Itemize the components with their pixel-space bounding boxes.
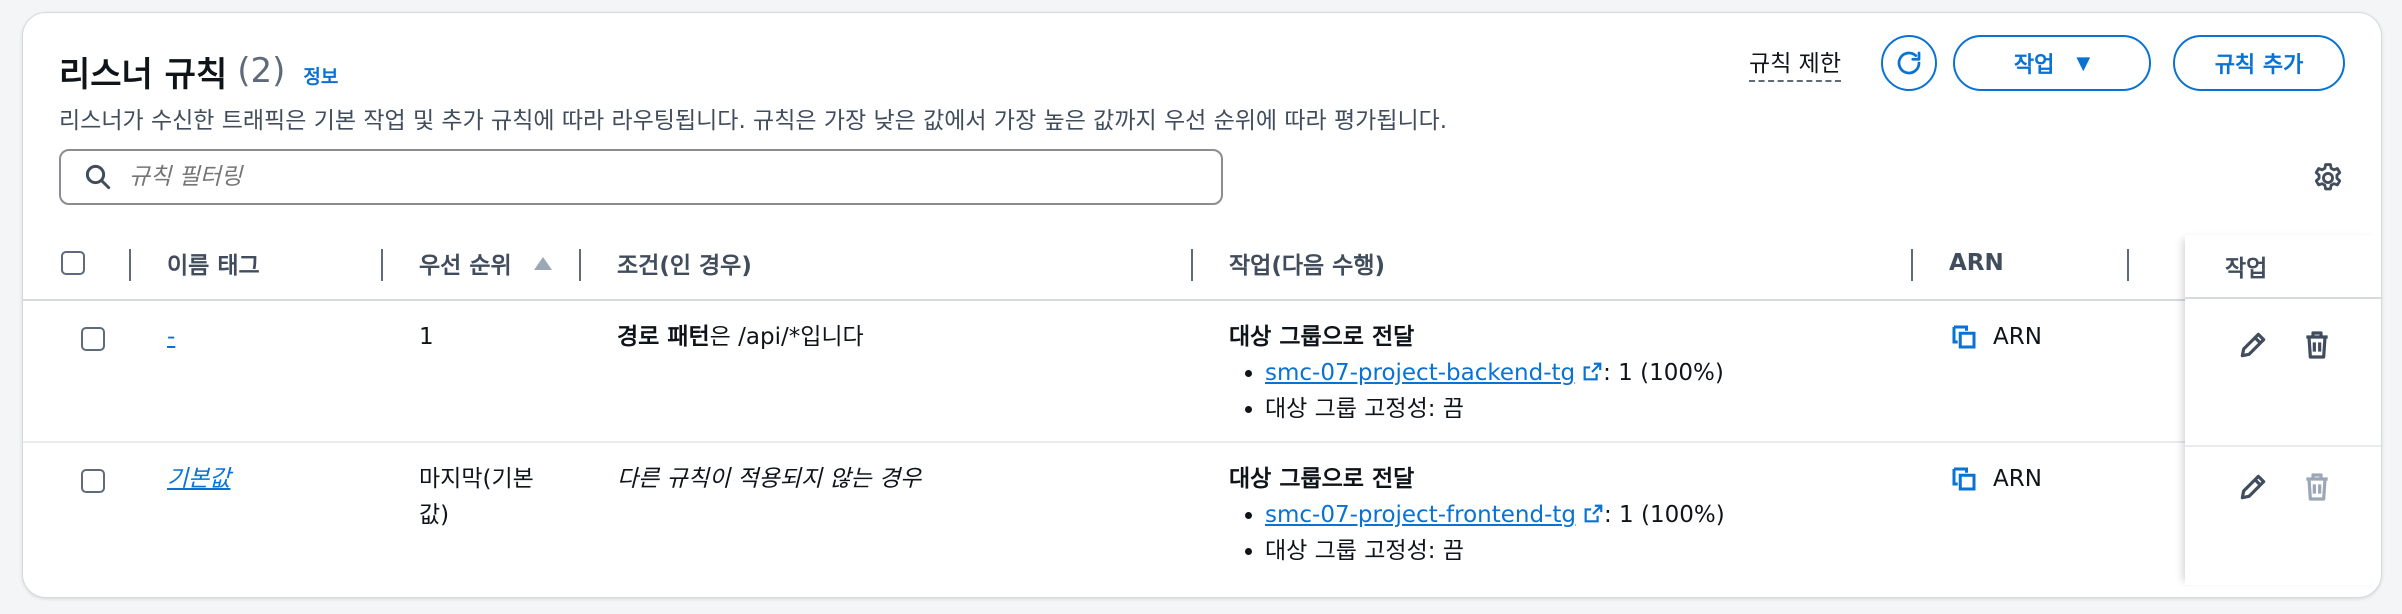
- column-header-arn[interactable]: ARN: [1949, 227, 2004, 299]
- listener-rules-panel: 리스너 규칙 (2) 정보 리스너가 수신한 트래픽은 기본 작업 및 추가 규…: [22, 12, 2382, 598]
- select-all-checkbox[interactable]: [61, 251, 85, 275]
- rule-name-link[interactable]: -: [167, 319, 175, 355]
- row-checkbox[interactable]: [81, 469, 105, 493]
- header-divider: [2185, 297, 2381, 299]
- add-rule-label: 규칙 추가: [2214, 53, 2304, 78]
- table-header: 이름 태그 우선 순위 조건(인 경우) 작업(다음 수행) ARN: [23, 227, 2381, 301]
- condition-value: 은 /api/*입니다: [709, 324, 864, 350]
- column-divider[interactable]: [2127, 249, 2129, 281]
- column-header-condition[interactable]: 조건(인 경우): [617, 227, 752, 299]
- copy-icon: [1952, 467, 1976, 491]
- column-divider[interactable]: [1191, 249, 1193, 281]
- edit-icon[interactable]: [2237, 329, 2269, 361]
- stickiness-item: 대상 그룹 고정성: 끔: [1265, 533, 1725, 569]
- row-select-cell: [81, 463, 105, 493]
- row-divider: [2185, 445, 2381, 447]
- rules-table: 이름 태그 우선 순위 조건(인 경우) 작업(다음 수행) ARN - 1 경…: [23, 227, 2381, 583]
- priority-line-2: 값): [419, 502, 450, 528]
- edit-icon[interactable]: [2237, 471, 2269, 503]
- rule-priority: 마지막(기본 값): [419, 461, 534, 533]
- rule-action: 대상 그룹으로 전달 smc-07-project-frontend-tg : 1…: [1229, 461, 1725, 569]
- external-link-icon: [1584, 504, 1603, 523]
- rule-limit-link[interactable]: 규칙 제한: [1749, 44, 1841, 82]
- copy-icon: [1952, 325, 1976, 349]
- action-details: smc-07-project-frontend-tg : 1 (100%) 대상 …: [1229, 497, 1725, 569]
- rule-count: (2): [237, 51, 286, 91]
- target-group-link[interactable]: smc-07-project-backend-tg: [1265, 360, 1575, 386]
- delete-icon[interactable]: [2301, 329, 2333, 361]
- action-title: 대상 그룹으로 전달: [1229, 324, 1415, 350]
- column-header-priority[interactable]: 우선 순위: [419, 227, 552, 299]
- column-header-actions: 작업: [2225, 256, 2268, 282]
- action-title: 대상 그룹으로 전달: [1229, 466, 1415, 492]
- panel-description: 리스너가 수신한 트래픽은 기본 작업 및 추가 규칙에 따라 라우팅됩니다. …: [59, 108, 1448, 134]
- caret-down-icon: ▼: [2076, 52, 2091, 74]
- target-group-item: smc-07-project-backend-tg : 1 (100%): [1265, 355, 1724, 391]
- refresh-button[interactable]: [1881, 35, 1937, 91]
- actions-button-label: 작업: [2013, 53, 2055, 78]
- action-details: smc-07-project-backend-tg : 1 (100%) 대상 그…: [1229, 355, 1724, 427]
- row-checkbox[interactable]: [81, 327, 105, 351]
- search-icon: [85, 164, 111, 190]
- target-group-weight: : 1 (100%): [1603, 502, 1725, 528]
- column-header-action[interactable]: 작업(다음 수행): [1229, 227, 1385, 299]
- table-row: - 1 경로 패턴은 /api/*입니다 대상 그룹으로 전달 smc-07-p…: [23, 301, 2381, 443]
- column-divider[interactable]: [129, 249, 131, 281]
- arn-copy-button[interactable]: ARN: [1949, 461, 2042, 497]
- search-input[interactable]: [127, 163, 1131, 191]
- refresh-icon: [1897, 51, 1921, 75]
- info-link[interactable]: 정보: [303, 62, 338, 89]
- row-select-cell: [81, 321, 105, 351]
- arn-copy-button[interactable]: ARN: [1949, 319, 2042, 355]
- gear-icon[interactable]: [2311, 161, 2345, 195]
- rule-filter-field[interactable]: [59, 149, 1223, 205]
- target-group-weight: : 1 (100%): [1603, 360, 1724, 386]
- sticky-actions-column: 작업: [2185, 235, 2381, 585]
- panel-header: 리스너 규칙 (2) 정보: [59, 43, 338, 99]
- rule-name-link[interactable]: 기본값: [167, 461, 230, 497]
- delete-icon-disabled: [2306, 473, 2328, 501]
- rule-condition: 경로 패턴은 /api/*입니다: [617, 319, 864, 355]
- stickiness-item: 대상 그룹 고정성: 끔: [1265, 391, 1724, 427]
- select-all-cell: [61, 227, 85, 299]
- target-group-link[interactable]: smc-07-project-frontend-tg: [1265, 502, 1576, 528]
- actions-dropdown-button[interactable]: 작업 ▼: [1953, 35, 2151, 91]
- condition-type: 경로 패턴: [617, 324, 710, 350]
- column-header-priority-label: 우선 순위: [419, 253, 512, 279]
- arn-label: ARN: [1993, 466, 2042, 492]
- add-rule-button[interactable]: 규칙 추가: [2173, 35, 2345, 91]
- arn-label: ARN: [1993, 324, 2042, 350]
- column-divider[interactable]: [381, 249, 383, 281]
- column-header-name[interactable]: 이름 태그: [167, 227, 260, 299]
- page-title: 리스너 규칙: [59, 54, 228, 95]
- column-divider[interactable]: [1911, 249, 1913, 281]
- rule-priority: 1: [419, 324, 434, 350]
- external-link-icon: [1583, 362, 1602, 381]
- column-divider[interactable]: [579, 249, 581, 281]
- rule-action: 대상 그룹으로 전달 smc-07-project-backend-tg : 1 …: [1229, 319, 1724, 427]
- header-actions: 규칙 제한 작업 ▼ 규칙 추가: [1749, 35, 2345, 91]
- sort-ascending-icon: [533, 256, 552, 270]
- rule-condition: 다른 규칙이 적용되지 않는 경우: [617, 466, 922, 492]
- priority-line-1: 마지막(기본: [419, 466, 534, 492]
- target-group-item: smc-07-project-frontend-tg : 1 (100%): [1265, 497, 1725, 533]
- table-row: 기본값 마지막(기본 값) 다른 규칙이 적용되지 않는 경우 대상 그룹으로 …: [23, 443, 2381, 583]
